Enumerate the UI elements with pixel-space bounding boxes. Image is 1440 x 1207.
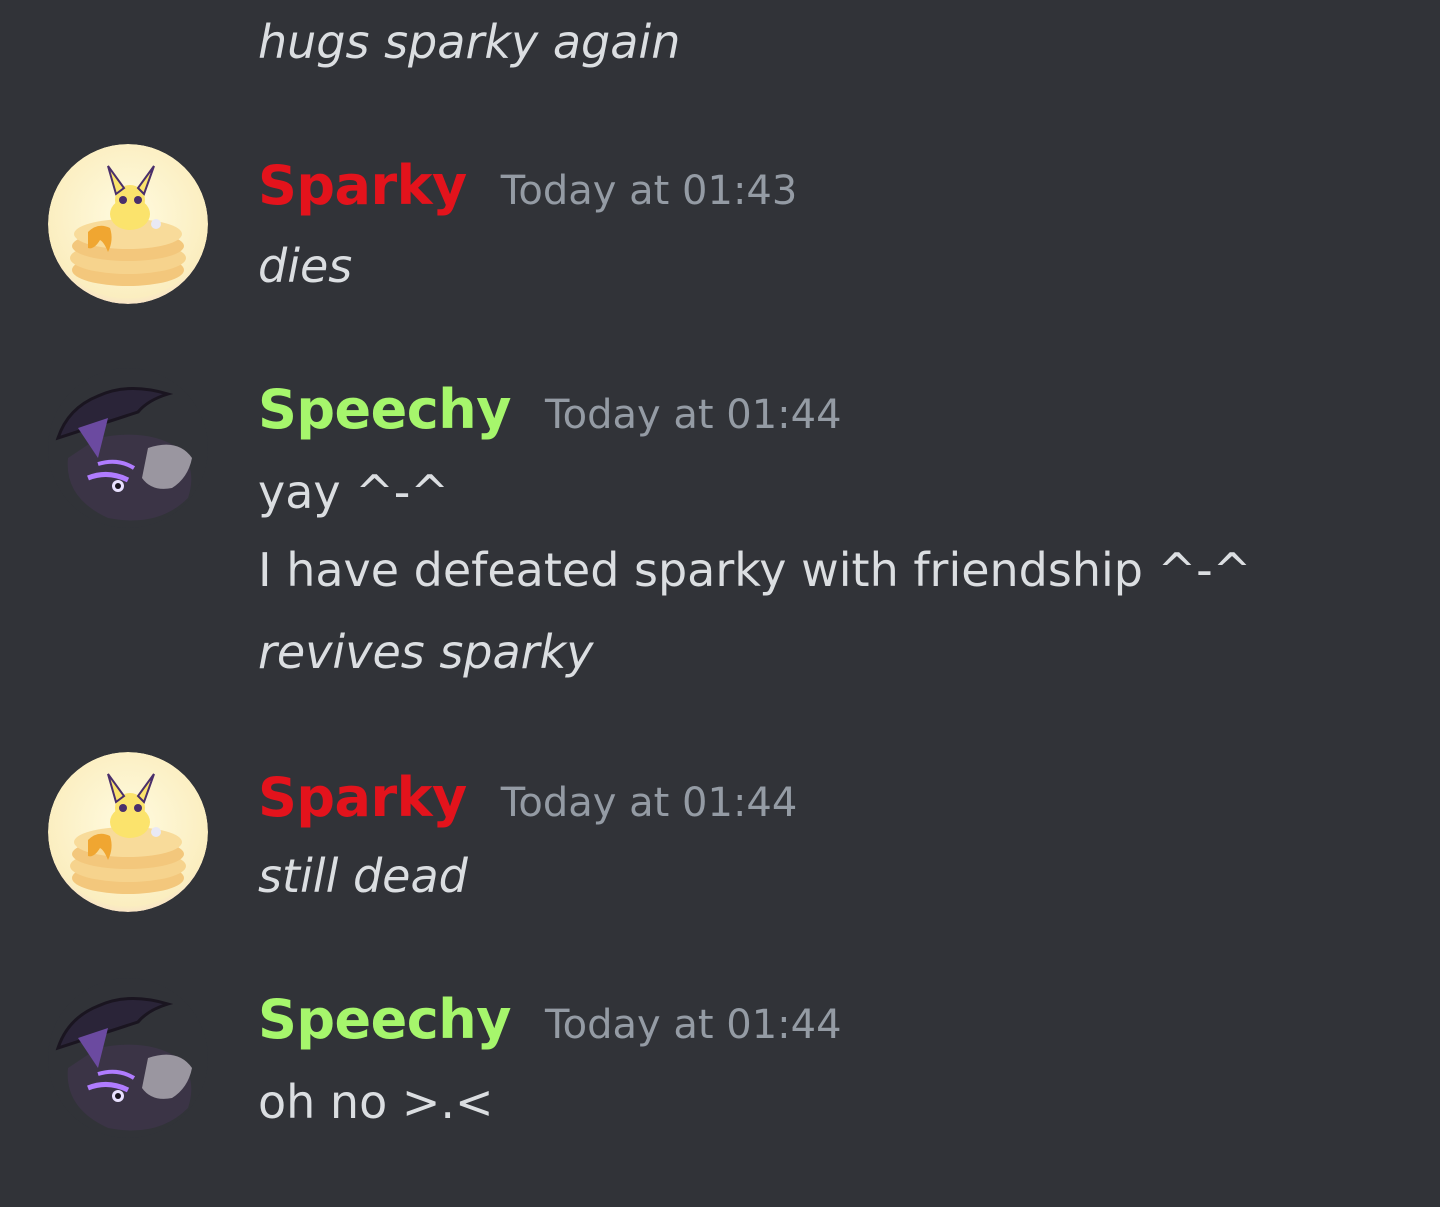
timestamp: Today at 01:44 [500, 780, 798, 826]
message-line: I have defeated sparky with friendship ^… [258, 543, 1252, 597]
username[interactable]: Sparky [258, 154, 467, 218]
username[interactable]: Speechy [258, 378, 511, 442]
message-group-speechy: Speechy Today at 01:44 [0, 976, 1440, 1146]
username[interactable]: Speechy [258, 988, 511, 1052]
message-line: oh no >.< [258, 1075, 494, 1129]
username[interactable]: Sparky [258, 766, 467, 830]
dark-creature-witch-hat-avatar-icon[interactable] [48, 368, 208, 528]
timestamp: Today at 01:43 [500, 168, 798, 214]
message-line: hugs sparky again [258, 15, 681, 69]
message-list: hugs sparky again Sparky Today at 01:43 … [0, 0, 1440, 1207]
timestamp: Today at 01:44 [544, 392, 842, 438]
message-line: revives sparky [258, 625, 594, 679]
message-group-speechy: Speechy Today at 01:44 [0, 366, 1440, 536]
message-line: yay ^-^ [258, 465, 449, 519]
eevee-pancake-avatar-icon[interactable] [48, 144, 208, 304]
message-line: still dead [258, 849, 468, 903]
message-group-sparky: Sparky Today at 01:43 [0, 142, 1440, 312]
dark-creature-witch-hat-avatar-icon[interactable] [48, 978, 208, 1138]
message-group-sparky: Sparky Today at 01:44 [0, 752, 1440, 922]
eevee-pancake-avatar-icon[interactable] [48, 752, 208, 912]
message-line: dies [258, 239, 353, 293]
timestamp: Today at 01:44 [544, 1002, 842, 1048]
